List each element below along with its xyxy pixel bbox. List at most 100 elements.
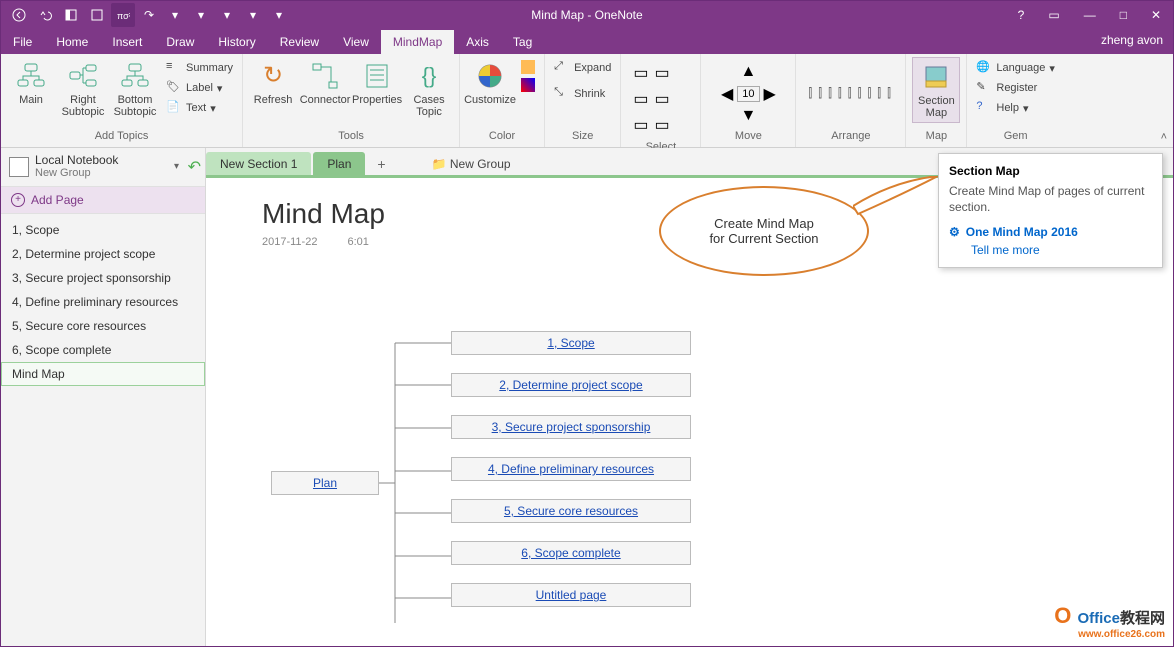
menu-draw[interactable]: Draw [154, 30, 206, 54]
color-swatch2[interactable] [518, 77, 538, 93]
ribbon-group-map: Section Map Map [906, 54, 967, 147]
summary-button[interactable]: ≡Summary [163, 59, 236, 77]
ribbon-group-move: ▲ ◀10▶ ▼ Move [701, 54, 796, 147]
page-item[interactable]: 2, Determine project scope [1, 242, 205, 266]
menu-file[interactable]: File [1, 30, 44, 54]
menu-view[interactable]: View [331, 30, 381, 54]
help-button[interactable]: ?Help ▾ [973, 99, 1057, 117]
language-button[interactable]: 🌐Language ▾ [973, 59, 1057, 77]
expand-button[interactable]: ⤢Expand [551, 59, 614, 77]
mindmap-child[interactable]: 4, Define preliminary resources [451, 457, 691, 481]
qat-more-icon[interactable]: ▾ [267, 3, 291, 27]
color-swatch1[interactable] [518, 59, 538, 75]
mindmap-child[interactable]: 2, Determine project scope [451, 373, 691, 397]
dock-icon[interactable] [59, 3, 83, 27]
redo-icon[interactable]: ↷ [137, 3, 161, 27]
page-item[interactable]: 1, Scope [1, 218, 205, 242]
customize-button[interactable]: Customize [466, 57, 514, 109]
back-icon[interactable] [7, 3, 31, 27]
equation-icon[interactable]: πσ² [111, 3, 135, 27]
align-icon[interactable]: ⫿ [848, 86, 852, 101]
shrink-button[interactable]: ⤡Shrink [551, 85, 614, 103]
mindmap-root[interactable]: Plan [271, 471, 379, 495]
properties-button[interactable]: Properties [353, 57, 401, 109]
menu-mindmap[interactable]: MindMap [381, 30, 454, 54]
align-icon[interactable]: ⫿ [838, 86, 842, 101]
cases-topic-button[interactable]: {}Cases Topic [405, 57, 453, 121]
move-down-icon[interactable]: ▼ [740, 107, 756, 124]
move-step-value[interactable]: 10 [737, 86, 759, 102]
select-icon[interactable]: ▭ [633, 63, 648, 83]
page-item[interactable]: 4, Define preliminary resources [1, 290, 205, 314]
select-icon[interactable]: ▭ [655, 89, 670, 109]
help-icon[interactable]: ? [1018, 8, 1025, 22]
tool1-icon[interactable]: ▾ [163, 3, 187, 27]
section-tab[interactable]: 📁 New Group [418, 152, 525, 175]
select-icon[interactable]: ▭ [655, 115, 670, 135]
select-icon[interactable]: ▭ [633, 89, 648, 109]
select-icon[interactable]: ▭ [633, 115, 648, 135]
align-icon[interactable]: ⫿ [828, 86, 832, 101]
menu-tag[interactable]: Tag [501, 30, 544, 54]
bottom-subtopic-button[interactable]: Bottom Subtopic [111, 57, 159, 121]
menu-home[interactable]: Home [44, 30, 100, 54]
register-button[interactable]: ✎Register [973, 79, 1057, 97]
page-item[interactable]: 6, Scope complete [1, 338, 205, 362]
mindmap-child[interactable]: Untitled page [451, 583, 691, 607]
section-tab[interactable]: Plan [313, 152, 365, 175]
tool2-icon[interactable]: ▾ [189, 3, 213, 27]
page-item[interactable]: Mind Map [1, 362, 205, 386]
section-tab[interactable]: + [367, 153, 395, 175]
menu-history[interactable]: History [206, 30, 267, 54]
mindmap-child[interactable]: 6, Scope complete [451, 541, 691, 565]
tooltip-link[interactable]: ⚙One Mind Map 2016 [949, 225, 1152, 239]
move-right-icon[interactable]: ▶ [764, 84, 776, 104]
ribbon-collapse-icon[interactable]: ˄ [1161, 131, 1167, 143]
page-item[interactable]: 5, Secure core resources [1, 314, 205, 338]
move-up-icon[interactable]: ▲ [740, 63, 756, 81]
ribbon-group-color: Customize Color [460, 54, 545, 147]
nav-undo-icon[interactable]: ↶ [188, 157, 201, 177]
align-icon[interactable]: ⫿ [858, 86, 862, 101]
select-icon[interactable]: ▭ [655, 63, 670, 83]
close-icon[interactable]: ✕ [1151, 8, 1161, 22]
label-button[interactable]: 🏷Label ▾ [163, 79, 236, 97]
section-tab[interactable]: New Section 1 [206, 152, 311, 175]
page-item[interactable]: 3, Secure project sponsorship [1, 266, 205, 290]
mindmap-child[interactable]: 3, Secure project sponsorship [451, 415, 691, 439]
refresh-button[interactable]: ↻Refresh [249, 57, 297, 109]
add-page-button[interactable]: + Add Page [1, 187, 205, 214]
menu-insert[interactable]: Insert [100, 30, 154, 54]
tool4-icon[interactable]: ▾ [241, 3, 265, 27]
move-left-icon[interactable]: ◀ [721, 84, 733, 104]
connector-button[interactable]: Connector [301, 57, 349, 109]
align-icon[interactable]: ⫿ [887, 86, 891, 101]
tooltip-more[interactable]: Tell me more [971, 243, 1152, 257]
tooltip-desc: Create Mind Map of pages of current sect… [949, 184, 1152, 215]
user-name[interactable]: zheng avon [1101, 33, 1163, 47]
mindmap-child[interactable]: 1, Scope [451, 331, 691, 355]
maximize-icon[interactable]: □ [1120, 8, 1127, 22]
section-map-button[interactable]: Section Map [912, 57, 960, 123]
tool3-icon[interactable]: ▾ [215, 3, 239, 27]
ribbon-opts-icon[interactable]: ▭ [1048, 8, 1059, 22]
align-icon[interactable]: ⫿ [877, 86, 881, 101]
minimize-icon[interactable]: — [1084, 8, 1096, 22]
chevron-down-icon[interactable]: ▾ [174, 161, 179, 172]
align-icon[interactable]: ⫿ [867, 86, 871, 101]
tooltip-title: Section Map [949, 164, 1152, 178]
align-icon[interactable]: ⫿ [818, 86, 822, 101]
right-subtopic-button[interactable]: Right Subtopic [59, 57, 107, 121]
notebook-selector[interactable]: Local Notebook New Group ▾ ↶ [1, 148, 205, 187]
undo-icon[interactable] [33, 3, 57, 27]
menu-review[interactable]: Review [268, 30, 331, 54]
quick-access-toolbar: πσ² ↷ ▾ ▾ ▾ ▾ ▾ [1, 3, 297, 27]
mindmap-child[interactable]: 5, Secure core resources [451, 499, 691, 523]
title-bar: πσ² ↷ ▾ ▾ ▾ ▾ ▾ Mind Map - OneNote ? ▭ —… [1, 1, 1173, 29]
gear-icon: ⚙ [949, 225, 960, 239]
align-icon[interactable]: ⫿ [808, 86, 812, 101]
text-button[interactable]: 📄Text ▾ [163, 99, 236, 117]
panel-icon[interactable] [85, 3, 109, 27]
menu-axis[interactable]: Axis [454, 30, 501, 54]
main-button[interactable]: Main [7, 57, 55, 109]
